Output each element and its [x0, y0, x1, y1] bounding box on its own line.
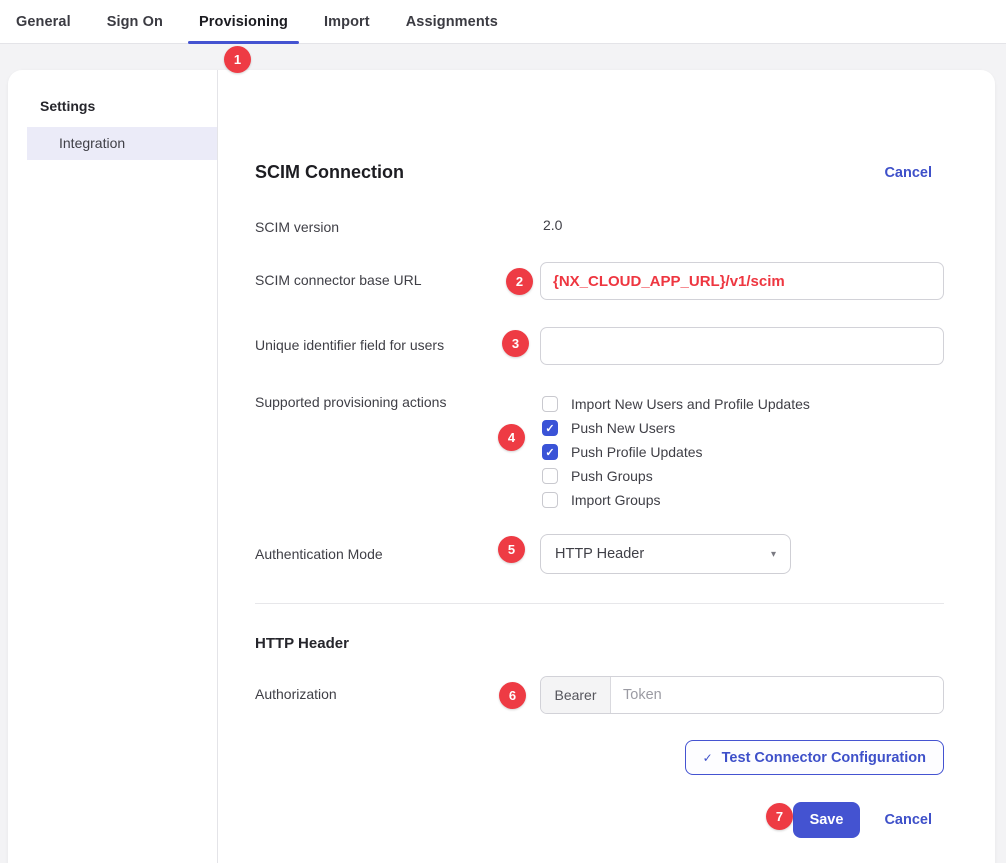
cancel-link-bottom[interactable]: Cancel	[884, 812, 932, 828]
base-url-label: SCIM connector base URL	[255, 262, 540, 288]
checkbox-label: Import Groups	[571, 492, 660, 508]
provisioning-actions-group: ✓ Import New Users and Profile Updates ✓…	[540, 392, 810, 512]
checkbox-label: Push Groups	[571, 468, 653, 484]
authorization-label: Authorization	[255, 676, 540, 702]
scim-connection-form: SCIM Connection Cancel SCIM version 2.0 …	[255, 70, 944, 838]
authorization-input-group: Bearer	[540, 676, 944, 714]
section-divider	[255, 603, 944, 604]
checkbox-import-new-users[interactable]: ✓ Import New Users and Profile Updates	[540, 392, 810, 416]
sidebar-heading: Settings	[8, 98, 217, 114]
scim-version-value: 2.0	[540, 217, 562, 235]
form-title: SCIM Connection	[255, 162, 404, 183]
http-header-heading: HTTP Header	[255, 635, 944, 652]
annotation-badge-1: 1	[224, 46, 251, 73]
tab-sign-on[interactable]: Sign On	[96, 0, 174, 43]
annotation-badge-4: 4	[498, 424, 525, 451]
checkbox-icon: ✓	[542, 420, 558, 436]
checkbox-icon: ✓	[542, 492, 558, 508]
unique-id-input[interactable]	[540, 327, 944, 365]
bearer-prefix: Bearer	[541, 677, 611, 713]
sidebar-item-integration[interactable]: Integration	[27, 127, 217, 160]
cancel-link-top[interactable]: Cancel	[884, 165, 932, 181]
annotation-badge-5: 5	[498, 536, 525, 563]
checkbox-push-profile-updates[interactable]: ✓ Push Profile Updates	[540, 440, 810, 464]
check-icon: ✓	[703, 751, 713, 765]
annotation-badge-6: 6	[499, 682, 526, 709]
checkbox-icon: ✓	[542, 396, 558, 412]
annotation-badge-7: 7	[766, 803, 793, 830]
test-connector-button[interactable]: ✓ Test Connector Configuration	[685, 740, 944, 775]
provisioning-actions-label: Supported provisioning actions	[255, 392, 540, 512]
checkbox-push-new-users[interactable]: ✓ Push New Users	[540, 416, 810, 440]
checkbox-push-groups[interactable]: ✓ Push Groups	[540, 464, 810, 488]
test-connector-label: Test Connector Configuration	[722, 750, 926, 766]
token-input[interactable]	[611, 677, 943, 713]
tab-general[interactable]: General	[5, 0, 82, 43]
tab-assignments[interactable]: Assignments	[395, 0, 509, 43]
chevron-down-icon: ▾	[771, 549, 776, 560]
checkbox-icon: ✓	[542, 468, 558, 484]
provisioning-card: Settings Integration SCIM Connection Can…	[8, 70, 995, 863]
annotation-badge-2: 2	[506, 268, 533, 295]
scim-version-label: SCIM version	[255, 217, 540, 235]
auth-mode-select[interactable]: HTTP Header ▾	[540, 534, 791, 574]
base-url-input[interactable]	[540, 262, 944, 300]
save-button[interactable]: Save	[793, 802, 861, 838]
checkbox-label: Push New Users	[571, 420, 675, 436]
unique-id-label: Unique identifier field for users	[255, 327, 540, 353]
tab-import[interactable]: Import	[313, 0, 381, 43]
app-tabbar: General Sign On Provisioning Import Assi…	[0, 0, 1006, 44]
auth-mode-selected-value: HTTP Header	[555, 546, 644, 562]
checkbox-icon: ✓	[542, 444, 558, 460]
tab-provisioning[interactable]: Provisioning	[188, 0, 299, 43]
checkbox-label: Import New Users and Profile Updates	[571, 396, 810, 412]
annotation-badge-3: 3	[502, 330, 529, 357]
checkbox-label: Push Profile Updates	[571, 444, 703, 460]
checkbox-import-groups[interactable]: ✓ Import Groups	[540, 488, 810, 512]
settings-sidebar: Settings Integration	[8, 70, 218, 863]
